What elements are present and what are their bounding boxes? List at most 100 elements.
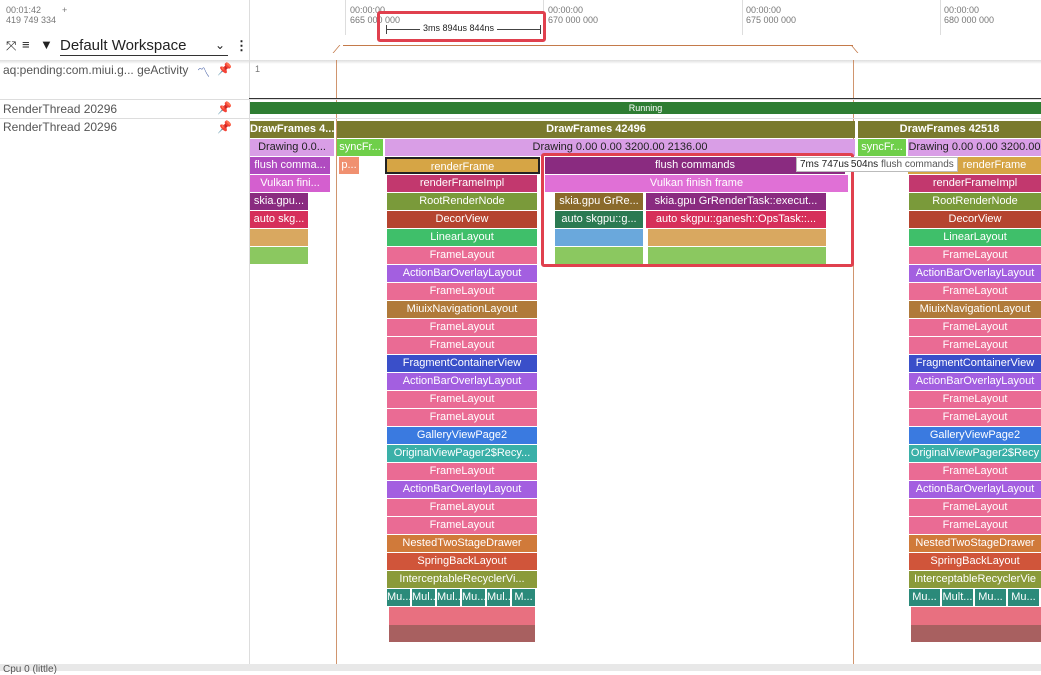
- deep-slice[interactable]: [911, 625, 1041, 642]
- more-vert-icon[interactable]: ⋮: [235, 38, 248, 54]
- deep-slice[interactable]: [250, 229, 308, 246]
- view-slice[interactable]: FrameLayout: [387, 499, 537, 516]
- view-slice[interactable]: GalleryViewPage2: [909, 427, 1041, 444]
- mul-slice[interactable]: Mul...: [487, 589, 510, 606]
- view-slice[interactable]: FrameLayout: [909, 247, 1041, 264]
- view-slice[interactable]: FrameLayout: [387, 319, 537, 336]
- drawing-slice[interactable]: Drawing 0.00 0.00 3200.00: [908, 139, 1041, 156]
- view-slice[interactable]: FrameLayout: [909, 319, 1041, 336]
- measure-label: 3ms 894us 844ns: [420, 23, 498, 33]
- view-slice[interactable]: FrameLayout: [909, 283, 1041, 300]
- view-slice[interactable]: MiuixNavigationLayout: [909, 301, 1041, 318]
- tick-line: [940, 0, 941, 35]
- view-slice[interactable]: OriginalViewPager2$Recy: [909, 445, 1041, 462]
- view-slice[interactable]: ActionBarOverlayLayout: [387, 373, 537, 390]
- drawframes-slice[interactable]: DrawFrames 42518: [858, 121, 1041, 138]
- view-slice[interactable]: InterceptableRecyclerVi...: [387, 571, 537, 588]
- cpu-track-strip: [0, 664, 1041, 671]
- drawing-slice[interactable]: Drawing 0.0...: [250, 139, 334, 156]
- view-slice[interactable]: renderFrameImpl: [387, 175, 537, 192]
- view-slice[interactable]: FrameLayout: [909, 409, 1041, 426]
- pin-icon[interactable]: 📌: [217, 120, 232, 134]
- view-slice[interactable]: FrameLayout: [909, 463, 1041, 480]
- mul-slice[interactable]: Mul...: [437, 589, 460, 606]
- auto-skgpu-slice[interactable]: auto skg...: [250, 211, 308, 228]
- workspace-select[interactable]: Default Workspace: [60, 37, 186, 54]
- deep-slice[interactable]: [389, 607, 535, 625]
- view-slice[interactable]: FrameLayout: [387, 247, 537, 264]
- mul-slice[interactable]: Mul...: [412, 589, 435, 606]
- track-divider: [0, 118, 1041, 119]
- drawframes-slice[interactable]: DrawFrames 4...: [250, 121, 334, 138]
- collapse-all-icon[interactable]: ⤧: [6, 38, 16, 54]
- view-slice[interactable]: RootRenderNode: [387, 193, 537, 210]
- view-slice[interactable]: FrameLayout: [909, 499, 1041, 516]
- view-slice[interactable]: OriginalViewPager2$Recy...: [387, 445, 537, 462]
- area-selection-left-handle[interactable]: [332, 45, 349, 53]
- view-slice[interactable]: LinearLayout: [387, 229, 537, 246]
- top-left-ns: 419 749 334: [6, 15, 57, 25]
- view-slice[interactable]: SpringBackLayout: [387, 553, 537, 570]
- mul-slice[interactable]: M...: [512, 589, 535, 606]
- view-slice[interactable]: FragmentContainerView: [909, 355, 1041, 372]
- view-slice[interactable]: LinearLayout: [909, 229, 1041, 246]
- pin-icon[interactable]: 📌: [217, 101, 232, 115]
- view-slice[interactable]: FrameLayout: [909, 337, 1041, 354]
- running-state-bar[interactable]: Running: [250, 102, 1041, 114]
- view-slice[interactable]: FrameLayout: [909, 517, 1041, 534]
- syncframe-slice[interactable]: syncFr...: [858, 139, 906, 156]
- renderframe-slice[interactable]: renderFrame: [385, 157, 540, 174]
- hover-tooltip: 7ms 747us 504ns flush commands: [796, 157, 958, 172]
- flush-commands-slice[interactable]: flush comma...: [250, 157, 330, 174]
- view-slice[interactable]: FrameLayout: [387, 517, 537, 534]
- view-slice[interactable]: FrameLayout: [387, 409, 537, 426]
- deep-slice[interactable]: [250, 247, 308, 264]
- mul-slice[interactable]: Mult...: [942, 589, 973, 606]
- deep-slice[interactable]: [389, 625, 535, 642]
- view-slice[interactable]: FrameLayout: [909, 391, 1041, 408]
- syncframe-slice[interactable]: syncFr...: [337, 139, 383, 156]
- chevron-down-icon[interactable]: ⌄: [215, 38, 225, 52]
- view-slice[interactable]: MiuixNavigationLayout: [387, 301, 537, 318]
- view-slice[interactable]: DecorView: [909, 211, 1041, 228]
- skia-gpu-slice[interactable]: skia.gpu...: [250, 193, 308, 210]
- view-slice[interactable]: NestedTwoStageDrawer: [909, 535, 1041, 552]
- mul-slice[interactable]: Mu...: [387, 589, 410, 606]
- tooltip-duration: 7ms 747us: [800, 159, 849, 170]
- view-slice[interactable]: ActionBarOverlayLayout: [909, 481, 1041, 498]
- small-slice[interactable]: p...: [339, 157, 359, 174]
- view-slice[interactable]: ActionBarOverlayLayout: [909, 265, 1041, 282]
- pin-icon[interactable]: 📌: [217, 62, 232, 76]
- list-icon[interactable]: ≡: [22, 37, 30, 52]
- view-slice[interactable]: InterceptableRecyclerVie: [909, 571, 1041, 588]
- view-slice[interactable]: FrameLayout: [387, 463, 537, 480]
- mul-slice[interactable]: Mu...: [975, 589, 1006, 606]
- view-slice[interactable]: SpringBackLayout: [909, 553, 1041, 570]
- view-slice[interactable]: FrameLayout: [387, 337, 537, 354]
- view-slice[interactable]: FragmentContainerView: [387, 355, 537, 372]
- chart-icon[interactable]: 〽: [197, 62, 210, 81]
- view-slice[interactable]: ActionBarOverlayLayout: [909, 373, 1041, 390]
- mul-slice[interactable]: Mu...: [1008, 589, 1039, 606]
- view-slice[interactable]: GalleryViewPage2: [387, 427, 537, 444]
- tick-ns: 670 000 000: [548, 15, 599, 25]
- vulkan-finish-slice[interactable]: Vulkan fini...: [250, 175, 330, 192]
- view-slice[interactable]: renderFrameImpl: [909, 175, 1041, 192]
- tick-time: 00:00:00: [746, 5, 782, 15]
- renderthread-track-label: RenderThread 20296: [3, 102, 118, 116]
- view-slice[interactable]: FrameLayout: [387, 391, 537, 408]
- view-slice[interactable]: NestedTwoStageDrawer: [387, 535, 537, 552]
- view-slice[interactable]: FrameLayout: [387, 283, 537, 300]
- renderthread-track-label-2: RenderThread 20296: [3, 120, 118, 134]
- view-slice[interactable]: ActionBarOverlayLayout: [387, 481, 537, 498]
- drawframes-slice[interactable]: DrawFrames 42496: [337, 121, 855, 138]
- area-selection-right-handle[interactable]: [842, 45, 859, 53]
- mul-slice[interactable]: Mu...: [909, 589, 940, 606]
- view-slice[interactable]: DecorView: [387, 211, 537, 228]
- view-slice[interactable]: ActionBarOverlayLayout: [387, 265, 537, 282]
- deep-slice[interactable]: [911, 607, 1041, 625]
- add-marker-button[interactable]: +: [62, 5, 67, 15]
- filter-icon[interactable]: ▼: [40, 37, 53, 52]
- mul-slice[interactable]: Mu...: [462, 589, 485, 606]
- view-slice[interactable]: RootRenderNode: [909, 193, 1041, 210]
